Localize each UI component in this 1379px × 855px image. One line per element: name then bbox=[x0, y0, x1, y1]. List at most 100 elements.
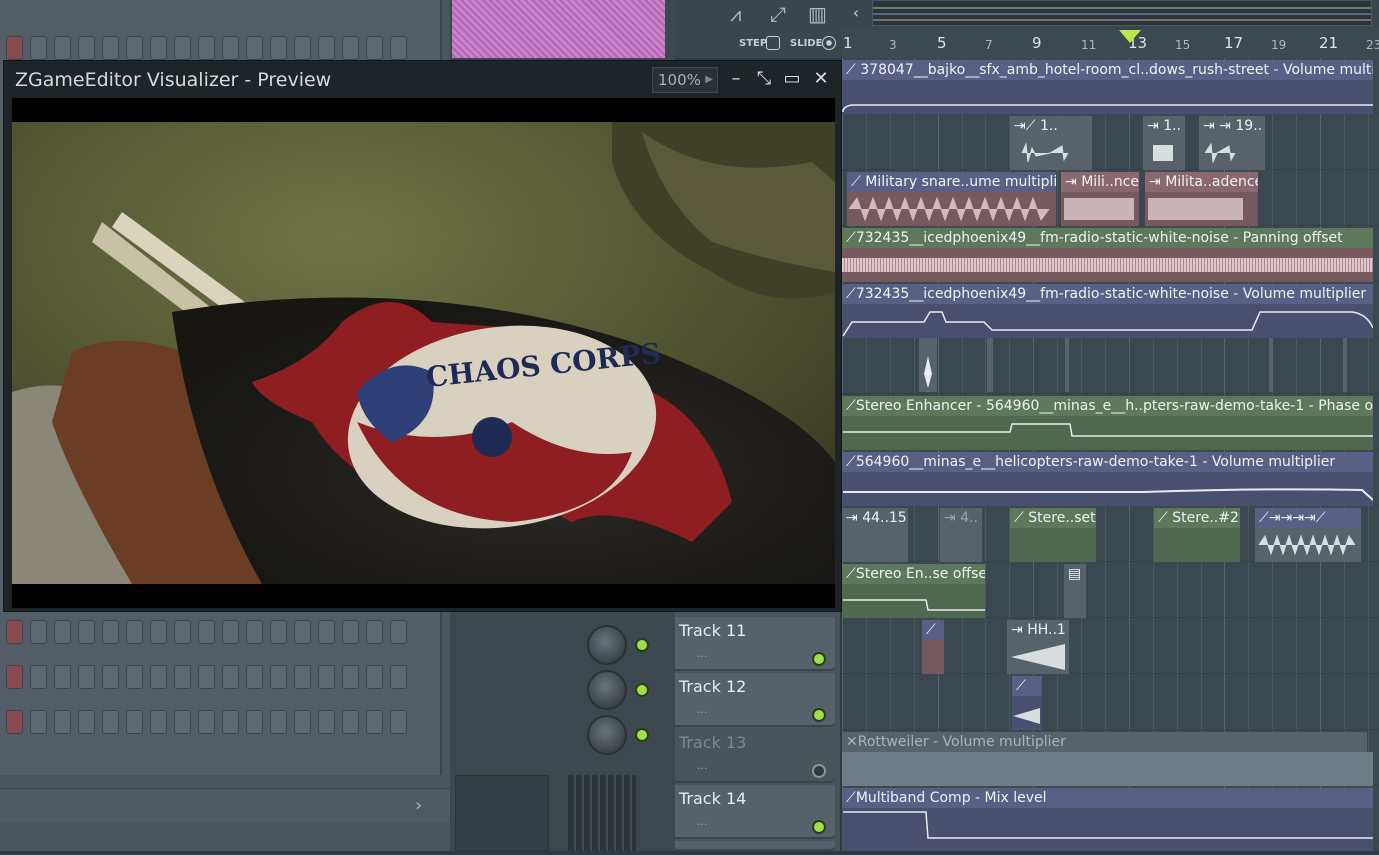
step-button[interactable] bbox=[318, 620, 335, 644]
track-header[interactable]: Track 13 ... bbox=[675, 729, 835, 783]
track-header[interactable] bbox=[675, 841, 835, 851]
step-button[interactable] bbox=[246, 36, 263, 60]
track-options[interactable]: ... bbox=[697, 703, 708, 716]
audio-clip[interactable]: ⇥ Mili..nce bbox=[1061, 172, 1139, 192]
step-button[interactable] bbox=[30, 710, 47, 734]
step-button[interactable] bbox=[294, 36, 311, 60]
chevron-right-icon[interactable]: › bbox=[415, 795, 422, 816]
track-options[interactable]: ... bbox=[697, 647, 708, 660]
zoom-select[interactable]: 100% ▶ bbox=[652, 67, 718, 93]
step-button[interactable] bbox=[198, 36, 215, 60]
step-button[interactable] bbox=[174, 710, 191, 734]
step-button[interactable] bbox=[198, 710, 215, 734]
channel-knob[interactable] bbox=[587, 670, 627, 710]
chevron-left-icon[interactable]: ‹ bbox=[845, 2, 867, 24]
step-button[interactable] bbox=[366, 710, 383, 734]
step-button[interactable] bbox=[150, 665, 167, 689]
step-button[interactable] bbox=[78, 36, 95, 60]
step-button[interactable] bbox=[198, 620, 215, 644]
step-button[interactable] bbox=[270, 665, 287, 689]
automation-clip[interactable]: ⟋Multiband Comp - Mix level bbox=[842, 788, 1373, 808]
audio-clip[interactable]: ⇥ ⇥ 19.. bbox=[1199, 116, 1265, 136]
step-button[interactable] bbox=[174, 620, 191, 644]
playlist-overview[interactable] bbox=[872, 0, 1372, 26]
channel-knob[interactable] bbox=[587, 715, 627, 755]
step-button[interactable] bbox=[366, 665, 383, 689]
step-button[interactable] bbox=[78, 620, 95, 644]
minimize-icon[interactable]: – bbox=[724, 67, 748, 91]
step-button[interactable] bbox=[30, 620, 47, 644]
step-button[interactable] bbox=[54, 36, 71, 60]
automation-clip[interactable]: ⟋ Stere..set bbox=[1010, 508, 1096, 528]
step-button[interactable] bbox=[270, 36, 287, 60]
automation-clip[interactable]: ⟋732435__icedphoenix49__fm-radio-static-… bbox=[842, 228, 1373, 248]
step-button[interactable] bbox=[342, 620, 359, 644]
step-button[interactable] bbox=[102, 710, 119, 734]
timeline-ruler[interactable]: 1 3 5 7 9 11 13 15 17 19 21 23 bbox=[842, 30, 1379, 58]
visualizer-preview-window[interactable]: ZGameEditor Visualizer - Preview 100% ▶ –… bbox=[3, 60, 842, 612]
step-button[interactable] bbox=[126, 36, 143, 60]
step-button[interactable] bbox=[126, 665, 143, 689]
step-button[interactable] bbox=[366, 36, 383, 60]
step-button[interactable] bbox=[6, 665, 23, 689]
step-button[interactable] bbox=[318, 36, 335, 60]
step-button[interactable] bbox=[246, 620, 263, 644]
maximize-icon[interactable]: ▭ bbox=[780, 67, 804, 91]
step-button[interactable] bbox=[30, 36, 47, 60]
step-button[interactable] bbox=[270, 710, 287, 734]
channel-led[interactable] bbox=[635, 728, 649, 742]
automation-clip[interactable]: ⟋⇥⇥⇥⇥⟋ bbox=[1255, 508, 1361, 528]
track-enable-led[interactable] bbox=[812, 764, 826, 778]
step-button[interactable] bbox=[294, 665, 311, 689]
slide-toggle[interactable] bbox=[822, 36, 836, 50]
step-button[interactable] bbox=[294, 620, 311, 644]
step-button[interactable] bbox=[6, 710, 23, 734]
track-header[interactable]: Track 14 ... bbox=[675, 785, 835, 839]
step-toggle[interactable] bbox=[766, 36, 780, 50]
channel-led[interactable] bbox=[635, 638, 649, 652]
audio-clip[interactable]: ⇥ 1.. bbox=[1143, 116, 1185, 136]
step-button[interactable] bbox=[102, 36, 119, 60]
automation-clip[interactable]: ⟋Stereo Enhancer - 564960__minas_e__h..p… bbox=[842, 396, 1373, 416]
step-button[interactable] bbox=[342, 710, 359, 734]
step-button[interactable] bbox=[54, 665, 71, 689]
automation-clip[interactable]: ⟋ bbox=[922, 620, 944, 640]
step-button[interactable] bbox=[222, 36, 239, 60]
step-button[interactable] bbox=[102, 665, 119, 689]
automation-clip[interactable]: ⟋ Stere..#2 bbox=[1154, 508, 1240, 528]
playlist-grid[interactable]: ⟋ 378047__bajko__sfx_amb_hotel-room_cl..… bbox=[842, 58, 1379, 851]
channel-led[interactable] bbox=[635, 683, 649, 697]
step-button[interactable] bbox=[318, 710, 335, 734]
step-button[interactable] bbox=[222, 665, 239, 689]
automation-clip[interactable]: ⟋732435__icedphoenix49__fm-radio-static-… bbox=[842, 284, 1373, 304]
audio-clip[interactable]: ⇥ 4.. bbox=[940, 508, 982, 528]
step-button[interactable] bbox=[246, 710, 263, 734]
track-enable-led[interactable] bbox=[812, 708, 826, 722]
step-button[interactable] bbox=[174, 665, 191, 689]
audio-clip[interactable]: ⇥ Milita..adence bbox=[1145, 172, 1258, 192]
step-button[interactable] bbox=[78, 665, 95, 689]
step-button[interactable] bbox=[78, 710, 95, 734]
step-button[interactable] bbox=[342, 36, 359, 60]
step-button[interactable] bbox=[390, 36, 407, 60]
track-enable-led[interactable] bbox=[812, 820, 826, 834]
automation-clip[interactable]: ⟋ Military snare..ume multiplier bbox=[847, 172, 1056, 192]
playhead-marker-icon[interactable] bbox=[1119, 30, 1141, 44]
step-button[interactable] bbox=[198, 665, 215, 689]
close-icon[interactable]: ✕ bbox=[809, 67, 833, 91]
audio-clip[interactable]: ⇥ HH..1 bbox=[1007, 620, 1069, 640]
pattern-clip[interactable]: ▤ bbox=[1064, 564, 1086, 584]
step-button[interactable] bbox=[30, 665, 47, 689]
step-button[interactable] bbox=[6, 36, 23, 60]
automation-clip[interactable]: ⟋564960__minas_e__helicopters-raw-demo-t… bbox=[842, 452, 1373, 472]
track-options[interactable]: ... bbox=[697, 759, 708, 772]
automation-clip[interactable]: ✕Rottweiler - Volume multiplier bbox=[842, 732, 1367, 752]
step-button[interactable] bbox=[294, 710, 311, 734]
track-header[interactable]: Track 12 ... bbox=[675, 673, 835, 727]
step-button[interactable] bbox=[126, 710, 143, 734]
fullscreen-icon[interactable]: ⤡ bbox=[752, 67, 776, 91]
step-button[interactable] bbox=[246, 665, 263, 689]
step-button[interactable] bbox=[270, 620, 287, 644]
step-button[interactable] bbox=[150, 620, 167, 644]
waveform-icon[interactable]: ⩘ bbox=[730, 2, 741, 26]
